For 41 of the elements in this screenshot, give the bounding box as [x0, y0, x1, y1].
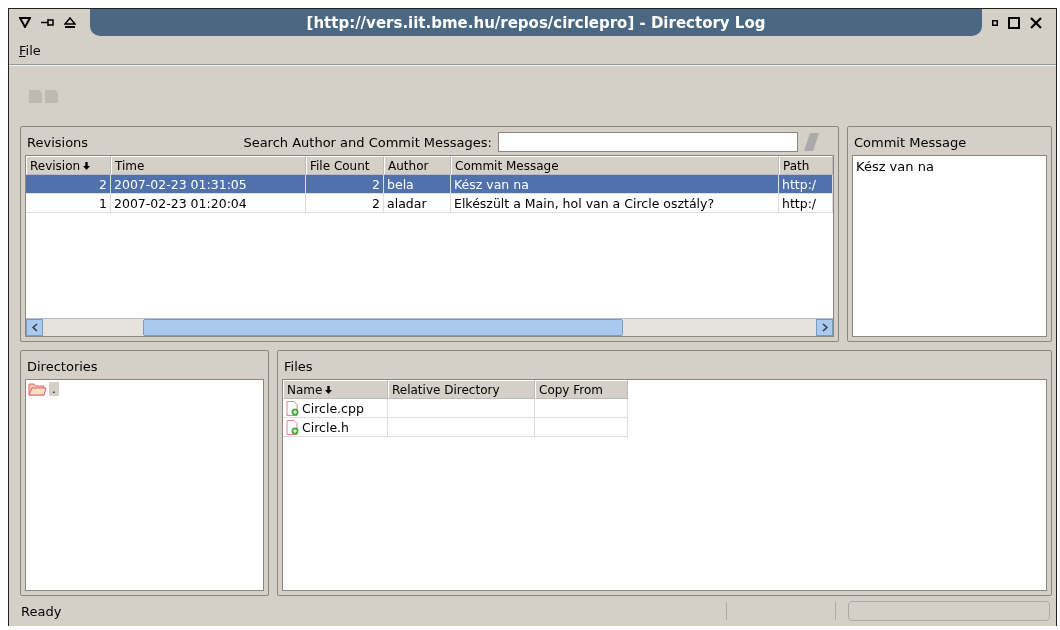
sort-arrow-icon: [325, 385, 333, 394]
scroll-right-icon[interactable]: [821, 323, 828, 332]
menu-item[interactable]: File: [17, 40, 43, 60]
table-cell: aladar: [384, 194, 451, 213]
sort-arrow-icon: [83, 161, 91, 170]
column-header[interactable]: Time: [111, 156, 306, 175]
shade-icon[interactable]: [64, 17, 76, 28]
close-icon[interactable]: [1030, 16, 1042, 29]
column-header[interactable]: Path: [779, 156, 833, 175]
window-title: [http://vers.iit.bme.hu/repos/circlepro] - Directory Log: [90, 9, 982, 36]
menu-triangle-icon[interactable]: [19, 17, 31, 28]
column-header[interactable]: Author: [384, 156, 451, 175]
panel-title: Files: [283, 358, 313, 374]
pin-icon[interactable]: [41, 18, 54, 27]
panel-title: Revisions: [26, 134, 89, 150]
table-cell: http:/: [779, 194, 833, 213]
table-cell: 2: [306, 194, 384, 213]
column-header[interactable]: Copy From: [535, 380, 628, 399]
scroll-left-icon[interactable]: [31, 323, 38, 332]
column-header[interactable]: Revision: [26, 156, 111, 175]
search-label: Search Author and Commit Messages:: [243, 134, 492, 150]
search-field[interactable]: [498, 132, 798, 152]
panel-title: Directories: [26, 358, 98, 374]
revision-row[interactable]: 1 2007-02-23 01:20:04 2 aladar Elkészült a Main, hol van a Circle osztály? http:/: [26, 194, 833, 213]
minimize-icon[interactable]: [992, 19, 998, 26]
table-cell: 1: [26, 194, 111, 213]
maximize-icon[interactable]: [1008, 16, 1020, 29]
revision-row[interactable]: 2 2007-02-23 01:31:05 2 bela Kész van na http:/: [26, 175, 833, 194]
column-header[interactable]: Commit Message: [451, 156, 779, 175]
table-cell: Elkészült a Main, hol van a Circle osztály?: [451, 194, 779, 213]
table-cell: Circle.h: [283, 418, 388, 437]
column-header[interactable]: File Count: [306, 156, 384, 175]
column-header[interactable]: Relative Directory: [388, 380, 535, 399]
table-cell: 2007-02-23 01:20:04: [111, 194, 306, 213]
commit-message-text: Kész van na: [855, 158, 935, 176]
horizontal-scrollbar[interactable]: [26, 318, 833, 336]
panel-title: Commit Message: [853, 134, 967, 150]
status-text: Ready: [21, 603, 63, 619]
directory-item[interactable]: .: [49, 382, 59, 396]
folder-icon: [28, 382, 47, 396]
column-header[interactable]: Name: [283, 380, 388, 399]
